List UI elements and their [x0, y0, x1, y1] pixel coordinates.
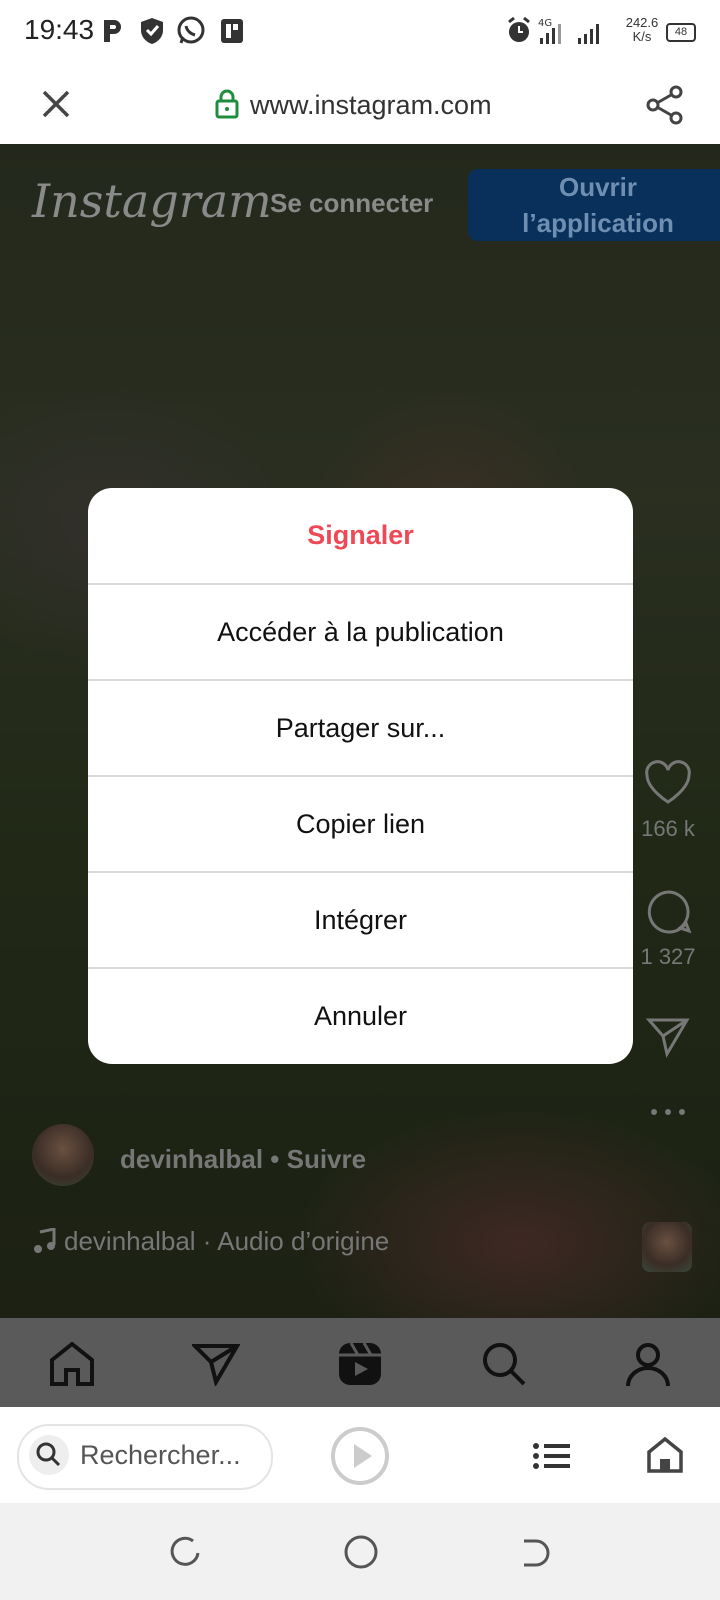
heart-icon[interactable] [643, 760, 693, 806]
likes-count: 166 k [641, 816, 695, 841]
url-text[interactable]: www.instagram.com [250, 90, 492, 121]
browser-search-icon [29, 1435, 69, 1475]
author-avatar[interactable] [32, 1124, 94, 1186]
network-speed-unit: K/s [632, 29, 652, 44]
parking-icon [104, 20, 121, 42]
audio-author: devinhalbal [64, 1226, 196, 1256]
share-to-option[interactable]: Partager sur... [88, 679, 633, 776]
home-icon[interactable] [48, 1340, 96, 1388]
login-link[interactable]: Se connecter [270, 188, 433, 219]
browser-search-placeholder[interactable]: Rechercher... [80, 1440, 241, 1471]
whatsapp-icon [177, 16, 205, 44]
open-app-button[interactable]: Ouvrir l’application [468, 169, 720, 241]
profile-icon[interactable] [624, 1340, 672, 1388]
home-button-icon[interactable] [343, 1534, 379, 1570]
instagram-bottom-nav [0, 1318, 720, 1407]
close-icon[interactable] [38, 86, 74, 122]
music-note-icon [34, 1228, 56, 1253]
recents-icon[interactable] [168, 1535, 202, 1569]
instagram-logo: Instagram [32, 174, 272, 228]
copy-link-option[interactable]: Copier lien [88, 775, 633, 872]
audio-separator: · [202, 1226, 218, 1256]
author-name[interactable]: devinhalbal • Suivre [120, 1144, 366, 1175]
search-icon[interactable] [480, 1340, 528, 1388]
shield-icon [141, 18, 163, 44]
svg-text:4G: 4G [538, 18, 552, 29]
cancel-option[interactable]: Annuler [88, 967, 633, 1064]
reels-icon[interactable] [336, 1340, 384, 1388]
news-icon [221, 19, 243, 43]
battery-icon: 48 [666, 23, 696, 42]
back-icon[interactable] [518, 1535, 552, 1569]
play-icon[interactable] [330, 1426, 390, 1486]
status-bar: 19:43 4G 242.6 K/s 48 [0, 0, 720, 64]
more-icon[interactable] [648, 1106, 688, 1118]
audio-info[interactable]: devinhalbal · Audio d’origine [64, 1226, 389, 1257]
signal-4g-icon: 4G [538, 18, 561, 44]
options-dialog: Signaler Accéder à la publication Partag… [88, 488, 633, 1064]
open-app-label-2: l’application [522, 208, 674, 238]
share-icon[interactable] [644, 84, 686, 126]
send-icon[interactable] [645, 1014, 691, 1060]
go-to-post-option[interactable]: Accéder à la publication [88, 583, 633, 680]
embed-option[interactable]: Intégrer [88, 871, 633, 968]
comment-icon[interactable] [645, 888, 693, 936]
follow-button[interactable]: Suivre [287, 1144, 367, 1174]
audio-label: Audio d’origine [217, 1226, 390, 1256]
audio-thumbnail[interactable] [642, 1222, 692, 1272]
status-time: 19:43 [24, 14, 95, 45]
alarm-icon [508, 16, 530, 42]
signal-icon [578, 24, 599, 44]
report-option[interactable]: Signaler [88, 488, 633, 583]
comments-count: 1 327 [640, 944, 696, 969]
network-speed-value: 242.6 [625, 15, 659, 30]
network-speed: 242.6 K/s [620, 16, 664, 44]
direct-icon[interactable] [192, 1342, 240, 1386]
list-icon[interactable] [532, 1440, 572, 1472]
open-app-label-1: Ouvrir [558, 172, 638, 202]
author-username[interactable]: devinhalbal [120, 1144, 263, 1174]
android-nav-bar [0, 1503, 720, 1600]
browser-home-icon[interactable] [646, 1436, 684, 1474]
lock-icon [215, 89, 239, 119]
separator-dot: • [270, 1144, 287, 1174]
